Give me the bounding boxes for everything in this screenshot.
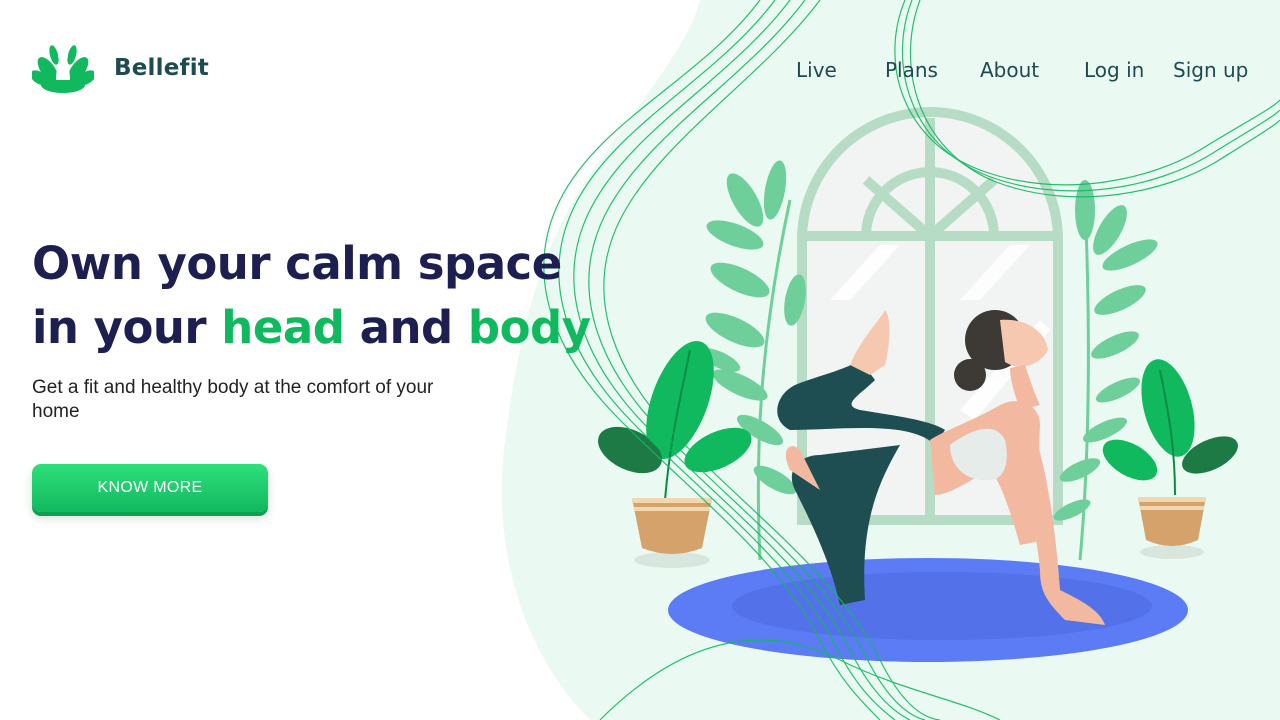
site-header: Bellefit Live Plans About Log in Sign up bbox=[0, 0, 1280, 140]
nav-plans[interactable]: Plans bbox=[885, 58, 938, 82]
headline-line-2-mid: and bbox=[344, 301, 468, 354]
nav-about[interactable]: About bbox=[980, 58, 1039, 82]
hero-section: Own your calm space in your head and bod… bbox=[32, 232, 592, 424]
know-more-button[interactable]: KNOW MORE bbox=[32, 464, 268, 512]
hero-headline: Own your calm space in your head and bod… bbox=[32, 232, 592, 360]
landing-page: Bellefit Live Plans About Log in Sign up… bbox=[0, 0, 1280, 720]
lotus-yoga-icon bbox=[32, 45, 94, 93]
hero-subtitle: Get a fit and healthy body at the comfor… bbox=[32, 377, 434, 422]
nav-sign-up[interactable]: Sign up bbox=[1173, 58, 1248, 82]
brand-logo[interactable]: Bellefit bbox=[32, 40, 209, 96]
headline-line-2-start: in your bbox=[32, 301, 222, 354]
brand-name: Bellefit bbox=[114, 55, 209, 81]
nav-log-in[interactable]: Log in bbox=[1084, 58, 1144, 82]
nav-live[interactable]: Live bbox=[796, 58, 837, 82]
headline-accent-head: head bbox=[221, 301, 345, 354]
headline-accent-body: body bbox=[467, 301, 591, 354]
headline-line-1: Own your calm space bbox=[32, 237, 562, 290]
